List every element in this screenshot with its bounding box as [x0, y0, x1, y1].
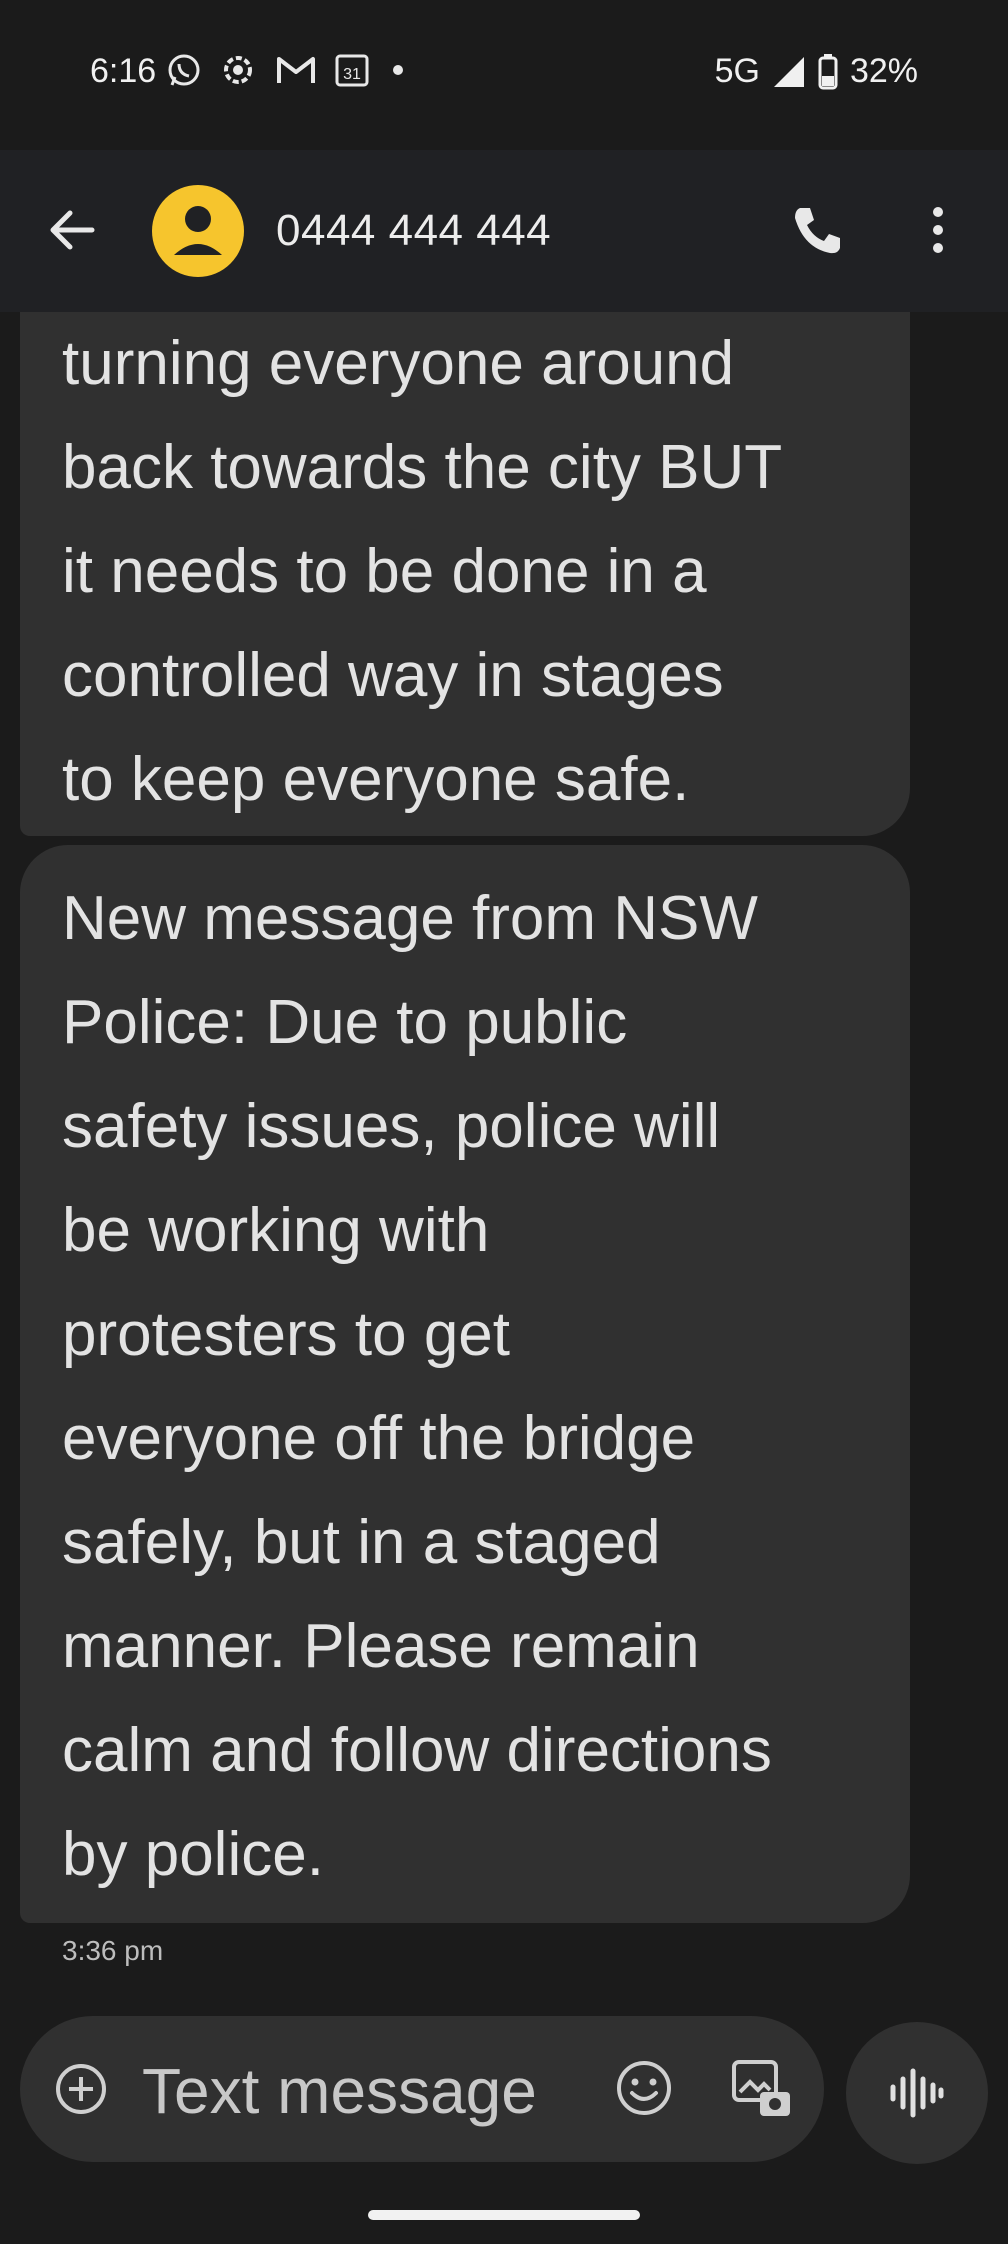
notification-icons: 31 [166, 52, 408, 88]
calendar-icon: 31 [335, 54, 369, 87]
message-timestamp: 3:36 pm [62, 1935, 164, 1966]
conversation-header: 0444 444 444 [0, 150, 1008, 312]
message-text: New message from NSW Police: Due to publ… [62, 884, 772, 1889]
dot-icon [393, 65, 403, 75]
contact-number[interactable]: 0444 444 444 [276, 206, 551, 256]
phone-icon[interactable] [786, 200, 846, 260]
gmail-icon [277, 57, 315, 83]
back-arrow-icon[interactable] [42, 200, 102, 260]
status-time: 6:16 [90, 52, 157, 90]
person-icon [174, 206, 222, 255]
voice-message-button[interactable] [846, 2022, 988, 2164]
bubbles-icon [224, 56, 252, 84]
message-text: turning everyone around back towards the… [62, 329, 783, 814]
svg-text:31: 31 [343, 66, 361, 83]
message-bubble[interactable]: New message from NSW Police: Due to publ… [20, 845, 910, 1923]
avatar[interactable] [152, 185, 244, 277]
message-bubble[interactable]: turning everyone around back towards the… [20, 312, 910, 836]
compose-bar[interactable]: Text message [20, 2016, 824, 2162]
battery-icon [818, 53, 838, 89]
message-input[interactable]: Text message [142, 2054, 537, 2128]
home-indicator[interactable] [368, 2210, 640, 2220]
network-label: 5G [714, 52, 760, 90]
emoji-icon[interactable] [614, 2058, 674, 2118]
status-bar: 6:16 31 5G 32% [0, 0, 1008, 150]
gallery-icon[interactable] [730, 2058, 794, 2122]
add-attachment-icon[interactable] [54, 2062, 108, 2116]
signal-icon [773, 56, 804, 87]
battery-percent: 32% [849, 52, 918, 90]
more-options-icon[interactable] [918, 200, 958, 260]
status-right: 5G 32% [715, 52, 918, 91]
whatsapp-icon [168, 54, 200, 86]
waveform-icon [890, 2068, 944, 2118]
